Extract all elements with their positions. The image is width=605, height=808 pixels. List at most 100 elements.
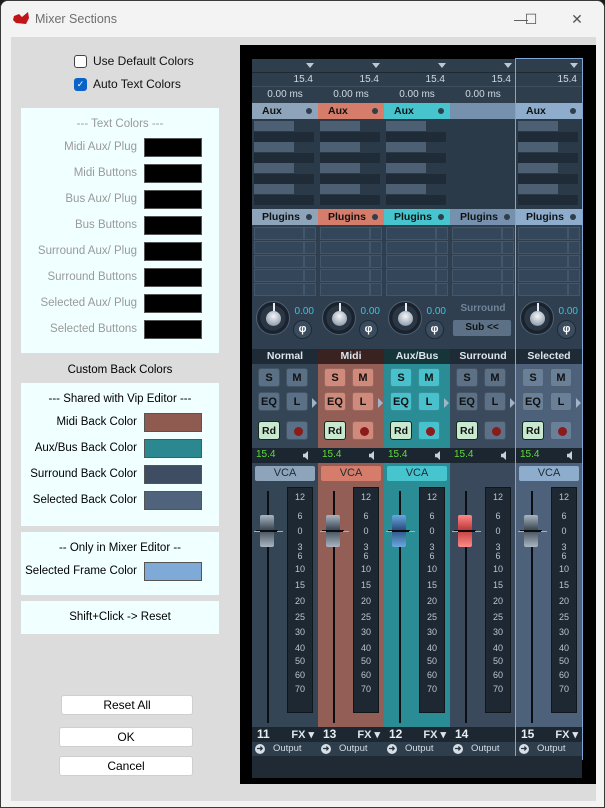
plugin-slot[interactable] (386, 255, 436, 268)
fx-dropdown[interactable]: FX ▾ (555, 728, 578, 741)
plugin-slot[interactable] (452, 283, 502, 296)
color-swatch[interactable] (144, 268, 202, 287)
phase-invert-button[interactable]: φ (293, 320, 312, 339)
solo-button[interactable]: S (390, 368, 412, 387)
plugin-slot[interactable] (254, 283, 304, 296)
aux-send-slot[interactable] (254, 121, 294, 131)
plugin-slot-toggle[interactable] (304, 283, 316, 296)
channel-strip-auxbus[interactable]: 15.4 0.00 ms Aux Plugins 0.00 φ Aux/Bus S M EQ L Rd… (384, 59, 450, 759)
expand-arrow-icon[interactable] (378, 398, 383, 408)
solo-button[interactable]: S (522, 368, 544, 387)
speaker-icon[interactable] (567, 451, 572, 460)
plugin-slot[interactable] (386, 269, 436, 282)
plugin-slot-toggle[interactable] (502, 283, 514, 296)
aux-send-slot[interactable] (386, 142, 426, 152)
output-selector[interactable]: ➜ Output (450, 742, 516, 756)
strip-header[interactable] (450, 59, 516, 73)
expand-arrow-icon[interactable] (576, 398, 581, 408)
mute-button[interactable]: M (550, 368, 572, 387)
plugin-slot-toggle[interactable] (370, 227, 382, 240)
listen-button[interactable]: L (352, 392, 374, 411)
color-swatch[interactable] (144, 138, 202, 157)
eq-button[interactable]: EQ (390, 392, 412, 411)
plugin-slot-toggle[interactable] (304, 269, 316, 282)
color-swatch[interactable] (144, 216, 202, 235)
fx-dropdown[interactable]: FX ▾ (423, 728, 446, 741)
pan-knob[interactable] (322, 301, 356, 335)
channel-strip-surround[interactable]: 15.4 0.00 ms Plugins Surround Sub << Surround… (450, 59, 516, 759)
use-default-colors-checkbox[interactable]: Use Default Colors (74, 54, 194, 68)
aux-send-slot[interactable] (518, 121, 558, 131)
plugin-slot-toggle[interactable] (436, 241, 448, 254)
color-swatch[interactable] (144, 320, 202, 339)
aux-send-slot[interactable] (320, 184, 360, 194)
plugin-slot[interactable] (452, 227, 502, 240)
output-selector[interactable]: ➜ Output (252, 742, 318, 756)
aux-send-slot[interactable] (320, 163, 360, 173)
plugin-slot[interactable] (452, 269, 502, 282)
plugin-slot-toggle[interactable] (370, 255, 382, 268)
vca-button[interactable]: VCA (519, 466, 579, 481)
output-selector[interactable]: ➜ Output (516, 742, 582, 756)
plugins-button[interactable]: Plugins (450, 209, 516, 225)
plugin-slot-toggle[interactable] (436, 283, 448, 296)
color-swatch[interactable] (144, 562, 202, 581)
channel-strip-midi[interactable]: 15.4 0.00 ms Aux Plugins 0.00 φ Midi S M EQ L Rd 15.… (318, 59, 384, 759)
plugin-slot-toggle[interactable] (304, 227, 316, 240)
color-swatch[interactable] (144, 164, 202, 183)
aux-send-slot[interactable] (320, 142, 360, 152)
listen-button[interactable]: L (418, 392, 440, 411)
aux-send-slot[interactable] (386, 184, 426, 194)
volume-fader[interactable] (256, 515, 278, 547)
speaker-icon[interactable] (369, 451, 374, 460)
plugin-slot-toggle[interactable] (370, 283, 382, 296)
record-button[interactable] (418, 421, 440, 440)
plugin-slot[interactable] (320, 227, 370, 240)
plugin-slot[interactable] (518, 283, 568, 296)
read-button[interactable]: Rd (324, 421, 346, 440)
speaker-icon[interactable] (501, 451, 506, 460)
channel-strip-normal[interactable]: 15.4 0.00 ms Aux Plugins 0.00 φ Normal S M EQ L Rd 1… (252, 59, 318, 759)
output-selector[interactable]: ➜ Output (384, 742, 450, 756)
plugin-slot-toggle[interactable] (568, 269, 580, 282)
speaker-icon[interactable] (303, 451, 308, 460)
read-button[interactable]: Rd (390, 421, 412, 440)
read-button[interactable]: Rd (522, 421, 544, 440)
plugin-slot[interactable] (452, 255, 502, 268)
solo-button[interactable]: S (456, 368, 478, 387)
ok-button[interactable]: OK (59, 727, 193, 747)
plugin-slot-toggle[interactable] (370, 241, 382, 254)
aux-send-slot[interactable] (518, 163, 558, 173)
plugin-slot[interactable] (518, 269, 568, 282)
channel-strip-selected[interactable]: 15.4 Aux Plugins 0.00 φ Selected S M EQ L Rd 15.4 VC… (515, 58, 583, 760)
color-swatch[interactable] (144, 465, 202, 484)
listen-button[interactable]: L (484, 392, 506, 411)
solo-button[interactable]: S (258, 368, 280, 387)
plugin-slot[interactable] (254, 269, 304, 282)
output-selector[interactable]: ➜ Output (318, 742, 384, 756)
solo-button[interactable]: S (324, 368, 346, 387)
dropdown-arrow-icon[interactable] (306, 63, 314, 68)
plugin-slot-toggle[interactable] (304, 241, 316, 254)
color-swatch[interactable] (144, 190, 202, 209)
close-button[interactable]: ✕ (557, 7, 597, 31)
color-swatch[interactable] (144, 242, 202, 261)
plugin-slot[interactable] (518, 255, 568, 268)
plugin-slot[interactable] (254, 241, 304, 254)
plugin-slot-toggle[interactable] (502, 255, 514, 268)
color-swatch[interactable] (144, 439, 202, 458)
volume-fader[interactable] (454, 515, 476, 547)
strip-header[interactable] (384, 59, 450, 73)
plugin-slot-toggle[interactable] (568, 227, 580, 240)
aux-send-slot[interactable] (320, 121, 360, 131)
plugin-slot[interactable] (320, 283, 370, 296)
pan-knob[interactable] (256, 301, 290, 335)
mute-button[interactable]: M (418, 368, 440, 387)
plugin-slot-toggle[interactable] (502, 269, 514, 282)
record-button[interactable] (352, 421, 374, 440)
reset-all-button[interactable]: Reset All (61, 695, 193, 715)
plugin-slot-toggle[interactable] (502, 241, 514, 254)
expand-arrow-icon[interactable] (312, 398, 317, 408)
dropdown-arrow-icon[interactable] (438, 63, 446, 68)
aux-send-slot[interactable] (518, 142, 558, 152)
